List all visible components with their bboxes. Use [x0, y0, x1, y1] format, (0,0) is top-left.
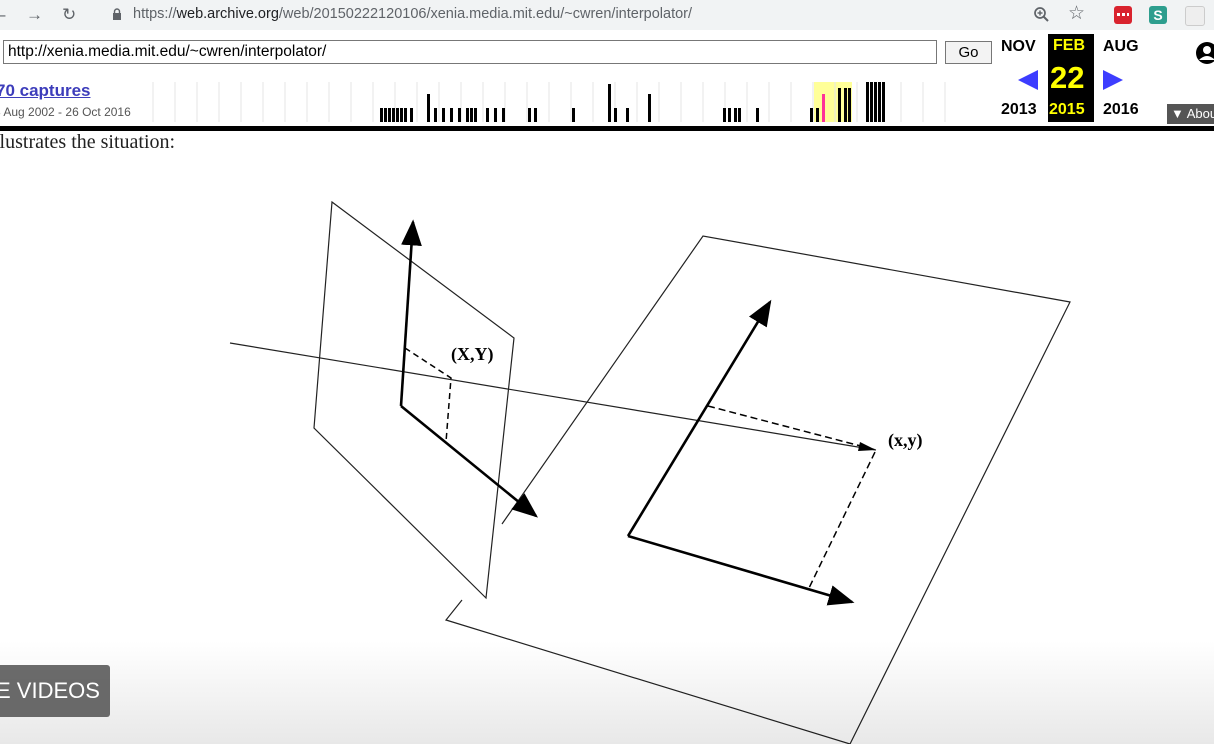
sparkline-capture-bar — [626, 108, 629, 122]
current-day-label: 22 — [1050, 60, 1085, 95]
extension-red-icon[interactable] — [1114, 6, 1132, 24]
sparkline-capture-bar — [450, 108, 453, 122]
sparkline-capture-bar — [486, 108, 489, 122]
sparkline-capture-bar — [844, 88, 847, 122]
image-point-label: (x,y) — [888, 430, 923, 451]
sparkline-capture-bar — [528, 108, 531, 122]
sparkline-capture-bar — [380, 108, 383, 122]
sparkline-capture-bar — [572, 108, 575, 122]
image-axis-horizontal — [627, 534, 855, 606]
prev-month-label[interactable]: NOV — [1001, 38, 1036, 56]
captures-link[interactable]: 70 captures — [0, 81, 91, 101]
more-videos-button[interactable]: E VIDEOS — [0, 665, 110, 717]
sparkline-capture-bar — [723, 108, 726, 122]
sparkline-capture-bar — [848, 88, 851, 122]
sparkline-capture-bar — [838, 88, 841, 122]
sparkline-capture-bar — [404, 108, 407, 122]
forward-icon[interactable]: → — [26, 4, 43, 26]
sparkline-capture-bar — [734, 108, 737, 122]
sparkline-capture-bar — [870, 82, 873, 122]
sparkline-capture-bar — [388, 108, 391, 122]
sparkline-capture-bar — [434, 108, 437, 122]
zoom-icon[interactable] — [1033, 6, 1050, 23]
sparkline-capture-bar — [470, 108, 473, 122]
sparkline-capture-bar — [866, 82, 869, 122]
current-year-label: 2015 — [1049, 101, 1085, 118]
sparkline-capture-bar — [816, 108, 819, 122]
sparkline-capture-bar — [442, 108, 445, 122]
sparkline-capture-bar — [466, 108, 469, 122]
sparkline-current-capture-marker — [822, 94, 825, 122]
sparkline-capture-bar — [608, 84, 611, 122]
sparkline-capture-bar — [427, 94, 430, 122]
world-point-label: (X,Y) — [451, 344, 494, 365]
lock-icon — [113, 8, 121, 20]
sparkline-capture-bar — [614, 108, 617, 122]
sparkline-capture-bar — [534, 108, 537, 122]
sparkline-capture-bar — [458, 108, 461, 122]
image-point-arrowhead — [858, 442, 876, 451]
about-button[interactable]: ▼ About — [1167, 104, 1214, 124]
browser-toolbar: – → ↻ https://web.archive.org/web/201502… — [0, 0, 1214, 30]
image-point-dashes — [707, 405, 878, 589]
extension-blank-icon[interactable] — [1185, 6, 1205, 26]
wayback-url-input[interactable] — [3, 40, 937, 64]
capture-sparkline[interactable] — [148, 78, 948, 122]
capture-date-range: 8 Aug 2002 - 26 Oct 2016 — [0, 105, 131, 119]
sparkline-capture-bar — [728, 108, 731, 122]
sparkline-capture-bar — [648, 94, 651, 122]
image-plane-lower-edge — [444, 599, 851, 744]
sparkline-capture-bar — [756, 108, 759, 122]
projection-line — [229, 342, 877, 451]
reload-icon[interactable]: ↻ — [62, 4, 76, 26]
sparkline-capture-bar — [738, 108, 741, 122]
image-axis-vertical — [626, 299, 772, 537]
prev-capture-arrow-icon[interactable] — [1017, 69, 1039, 91]
body-paragraph: llustrates the situation: — [0, 131, 176, 153]
next-capture-arrow-icon[interactable] — [1102, 69, 1124, 91]
next-month-label[interactable]: AUG — [1103, 38, 1139, 56]
world-axis-horizontal — [400, 404, 539, 518]
sparkline-capture-bar — [396, 108, 399, 122]
sparkline-capture-bar — [874, 82, 877, 122]
bookmark-star-icon[interactable]: ☆ — [1068, 3, 1085, 25]
sparkline-capture-bar — [392, 108, 395, 122]
extension-s-icon[interactable]: S — [1149, 6, 1167, 24]
sparkline-capture-bar — [878, 82, 881, 122]
address-url[interactable]: https://web.archive.org/web/201502221201… — [133, 6, 692, 22]
sparkline-capture-bar — [494, 108, 497, 122]
sparkline-capture-bar — [882, 82, 885, 122]
sparkline-capture-bar — [810, 108, 813, 122]
user-avatar-icon[interactable] — [1194, 40, 1214, 66]
projection-diagram: (X,Y) (x,y) — [229, 200, 1071, 744]
world-axis-vertical — [399, 219, 422, 407]
back-icon[interactable]: – — [0, 4, 5, 26]
current-month-label: FEB — [1053, 37, 1085, 54]
go-button[interactable]: Go — [945, 41, 992, 64]
sparkline-capture-bar — [474, 108, 477, 122]
sparkline-capture-bar — [410, 108, 413, 122]
next-year-label[interactable]: 2016 — [1103, 101, 1139, 119]
sparkline-capture-bar — [384, 108, 387, 122]
sparkline-capture-bar — [400, 108, 403, 122]
sparkline-capture-bar — [502, 108, 505, 122]
wayback-toolbar: Go NOV FEB 22 2015 AUG 2013 2016 70 capt… — [0, 30, 1214, 131]
image-plane — [501, 235, 1071, 744]
world-plane — [313, 200, 515, 600]
prev-year-label[interactable]: 2013 — [1001, 101, 1037, 119]
